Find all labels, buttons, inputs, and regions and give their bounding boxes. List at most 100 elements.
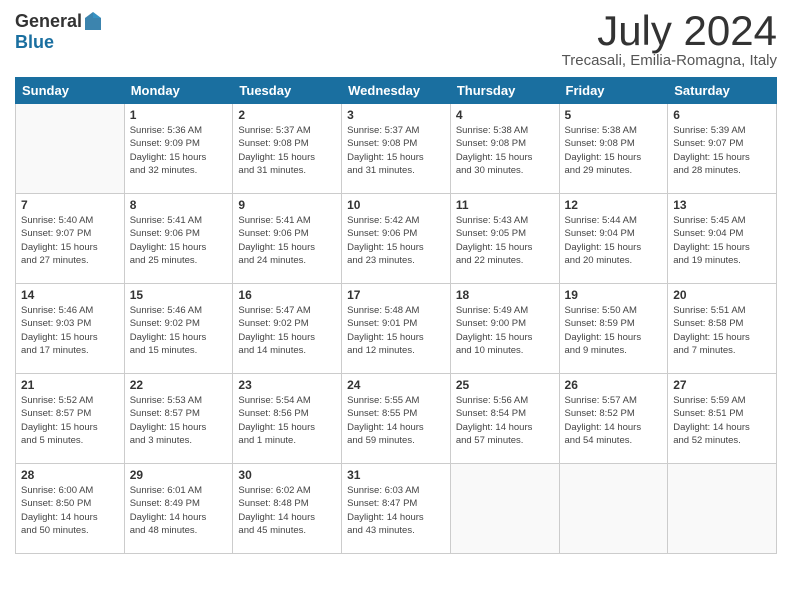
day-info: Sunrise: 5:40 AM Sunset: 9:07 PM Dayligh… xyxy=(21,214,119,267)
day-header-sunday: Sunday xyxy=(16,78,125,104)
day-cell: 28Sunrise: 6:00 AM Sunset: 8:50 PM Dayli… xyxy=(16,464,125,554)
day-number: 26 xyxy=(565,378,663,392)
day-header-monday: Monday xyxy=(124,78,233,104)
day-number: 22 xyxy=(130,378,228,392)
day-number: 5 xyxy=(565,108,663,122)
page: General Blue July 2024 Trecasali, Emilia… xyxy=(0,0,792,569)
day-info: Sunrise: 5:53 AM Sunset: 8:57 PM Dayligh… xyxy=(130,394,228,447)
day-info: Sunrise: 5:39 AM Sunset: 9:07 PM Dayligh… xyxy=(673,124,771,177)
week-row-5: 28Sunrise: 6:00 AM Sunset: 8:50 PM Dayli… xyxy=(16,464,777,554)
day-number: 29 xyxy=(130,468,228,482)
day-info: Sunrise: 5:43 AM Sunset: 9:05 PM Dayligh… xyxy=(456,214,554,267)
day-cell: 22 Sunrise: 5:53 AM Sunset: 8:57 PM Dayli… xyxy=(124,374,233,464)
day-info: Sunrise: 5:37 AM Sunset: 9:08 PM Dayligh… xyxy=(347,124,445,177)
day-cell: 3 Sunrise: 5:37 AM Sunset: 9:08 PM Daylig… xyxy=(342,104,451,194)
day-info: Sunrise: 5:52 AM Sunset: 8:57 PM Dayligh… xyxy=(21,394,119,447)
day-header-tuesday: Tuesday xyxy=(233,78,342,104)
day-cell: 20 Sunrise: 5:51 AM Sunset: 8:58 PM Dayli… xyxy=(668,284,777,374)
day-cell: 1Sunrise: 5:36 AM Sunset: 9:09 PM Daylig… xyxy=(124,104,233,194)
day-number: 9 xyxy=(238,198,336,212)
day-number: 25 xyxy=(456,378,554,392)
month-title: July 2024 xyxy=(562,10,777,52)
day-cell: 23 Sunrise: 5:54 AM Sunset: 8:56 PM Dayli… xyxy=(233,374,342,464)
day-info: Sunrise: 5:44 AM Sunset: 9:04 PM Dayligh… xyxy=(565,214,663,267)
day-cell xyxy=(668,464,777,554)
day-number: 18 xyxy=(456,288,554,302)
day-number: 3 xyxy=(347,108,445,122)
logo: General Blue xyxy=(15,10,102,53)
day-cell: 7 Sunrise: 5:40 AM Sunset: 9:07 PM Daylig… xyxy=(16,194,125,284)
logo-icon xyxy=(84,10,102,32)
day-info: Sunrise: 5:50 AM Sunset: 8:59 PM Dayligh… xyxy=(565,304,663,357)
day-cell: 19Sunrise: 5:50 AM Sunset: 8:59 PM Dayli… xyxy=(559,284,668,374)
day-cell: 21 Sunrise: 5:52 AM Sunset: 8:57 PM Dayli… xyxy=(16,374,125,464)
logo-blue: Blue xyxy=(15,32,54,53)
day-header-thursday: Thursday xyxy=(450,78,559,104)
day-number: 21 xyxy=(21,378,119,392)
day-info: Sunrise: 5:46 AM Sunset: 9:02 PM Dayligh… xyxy=(130,304,228,357)
day-info: Sunrise: 5:41 AM Sunset: 9:06 PM Dayligh… xyxy=(130,214,228,267)
day-number: 23 xyxy=(238,378,336,392)
day-cell: 6 Sunrise: 5:39 AM Sunset: 9:07 PM Daylig… xyxy=(668,104,777,194)
day-cell: 14 Sunrise: 5:46 AM Sunset: 9:03 PM Dayli… xyxy=(16,284,125,374)
day-info: Sunrise: 5:59 AM Sunset: 8:51 PM Dayligh… xyxy=(673,394,771,447)
day-number: 11 xyxy=(456,198,554,212)
week-row-4: 21 Sunrise: 5:52 AM Sunset: 8:57 PM Dayli… xyxy=(16,374,777,464)
week-row-3: 14 Sunrise: 5:46 AM Sunset: 9:03 PM Dayli… xyxy=(16,284,777,374)
day-number: 7 xyxy=(21,198,119,212)
day-cell: 31Sunrise: 6:03 AM Sunset: 8:47 PM Dayli… xyxy=(342,464,451,554)
day-number: 20 xyxy=(673,288,771,302)
day-cell: 8 Sunrise: 5:41 AM Sunset: 9:06 PM Daylig… xyxy=(124,194,233,284)
day-cell: 12 Sunrise: 5:44 AM Sunset: 9:04 PM Dayli… xyxy=(559,194,668,284)
day-cell: 13Sunrise: 5:45 AM Sunset: 9:04 PM Dayli… xyxy=(668,194,777,284)
day-cell xyxy=(16,104,125,194)
day-info: Sunrise: 5:45 AM Sunset: 9:04 PM Dayligh… xyxy=(673,214,771,267)
day-cell: 25 Sunrise: 5:56 AM Sunset: 8:54 PM Dayli… xyxy=(450,374,559,464)
day-cell: 5 Sunrise: 5:38 AM Sunset: 9:08 PM Daylig… xyxy=(559,104,668,194)
day-info: Sunrise: 5:46 AM Sunset: 9:03 PM Dayligh… xyxy=(21,304,119,357)
day-info: Sunrise: 5:48 AM Sunset: 9:01 PM Dayligh… xyxy=(347,304,445,357)
day-number: 6 xyxy=(673,108,771,122)
day-number: 8 xyxy=(130,198,228,212)
day-number: 2 xyxy=(238,108,336,122)
day-cell: 26Sunrise: 5:57 AM Sunset: 8:52 PM Dayli… xyxy=(559,374,668,464)
title-block: July 2024 Trecasali, Emilia-Romagna, Ita… xyxy=(562,10,777,69)
day-cell: 15 Sunrise: 5:46 AM Sunset: 9:02 PM Dayli… xyxy=(124,284,233,374)
day-cell: 27 Sunrise: 5:59 AM Sunset: 8:51 PM Dayli… xyxy=(668,374,777,464)
day-number: 15 xyxy=(130,288,228,302)
day-info: Sunrise: 5:49 AM Sunset: 9:00 PM Dayligh… xyxy=(456,304,554,357)
day-number: 17 xyxy=(347,288,445,302)
day-number: 12 xyxy=(565,198,663,212)
day-header-saturday: Saturday xyxy=(668,78,777,104)
day-info: Sunrise: 5:37 AM Sunset: 9:08 PM Dayligh… xyxy=(238,124,336,177)
day-cell: 17 Sunrise: 5:48 AM Sunset: 9:01 PM Dayli… xyxy=(342,284,451,374)
day-info: Sunrise: 6:02 AM Sunset: 8:48 PM Dayligh… xyxy=(238,484,336,537)
week-row-1: 1Sunrise: 5:36 AM Sunset: 9:09 PM Daylig… xyxy=(16,104,777,194)
day-info: Sunrise: 5:47 AM Sunset: 9:02 PM Dayligh… xyxy=(238,304,336,357)
day-cell: 2 Sunrise: 5:37 AM Sunset: 9:08 PM Daylig… xyxy=(233,104,342,194)
day-number: 4 xyxy=(456,108,554,122)
day-info: Sunrise: 5:42 AM Sunset: 9:06 PM Dayligh… xyxy=(347,214,445,267)
day-info: Sunrise: 5:51 AM Sunset: 8:58 PM Dayligh… xyxy=(673,304,771,357)
day-number: 10 xyxy=(347,198,445,212)
day-cell: 10 Sunrise: 5:42 AM Sunset: 9:06 PM Dayli… xyxy=(342,194,451,284)
day-info: Sunrise: 6:01 AM Sunset: 8:49 PM Dayligh… xyxy=(130,484,228,537)
calendar: SundayMondayTuesdayWednesdayThursdayFrid… xyxy=(15,77,777,554)
day-number: 27 xyxy=(673,378,771,392)
day-number: 16 xyxy=(238,288,336,302)
day-info: Sunrise: 5:56 AM Sunset: 8:54 PM Dayligh… xyxy=(456,394,554,447)
header-row: SundayMondayTuesdayWednesdayThursdayFrid… xyxy=(16,78,777,104)
day-info: Sunrise: 5:38 AM Sunset: 9:08 PM Dayligh… xyxy=(456,124,554,177)
day-info: Sunrise: 6:03 AM Sunset: 8:47 PM Dayligh… xyxy=(347,484,445,537)
day-number: 14 xyxy=(21,288,119,302)
day-cell: 16 Sunrise: 5:47 AM Sunset: 9:02 PM Dayli… xyxy=(233,284,342,374)
day-info: Sunrise: 5:54 AM Sunset: 8:56 PM Dayligh… xyxy=(238,394,336,447)
logo-general: General xyxy=(15,11,82,32)
day-cell: 11 Sunrise: 5:43 AM Sunset: 9:05 PM Dayli… xyxy=(450,194,559,284)
day-info: Sunrise: 5:55 AM Sunset: 8:55 PM Dayligh… xyxy=(347,394,445,447)
day-cell: 24Sunrise: 5:55 AM Sunset: 8:55 PM Dayli… xyxy=(342,374,451,464)
week-row-2: 7 Sunrise: 5:40 AM Sunset: 9:07 PM Daylig… xyxy=(16,194,777,284)
day-number: 28 xyxy=(21,468,119,482)
day-info: Sunrise: 5:36 AM Sunset: 9:09 PM Dayligh… xyxy=(130,124,228,177)
day-info: Sunrise: 5:38 AM Sunset: 9:08 PM Dayligh… xyxy=(565,124,663,177)
